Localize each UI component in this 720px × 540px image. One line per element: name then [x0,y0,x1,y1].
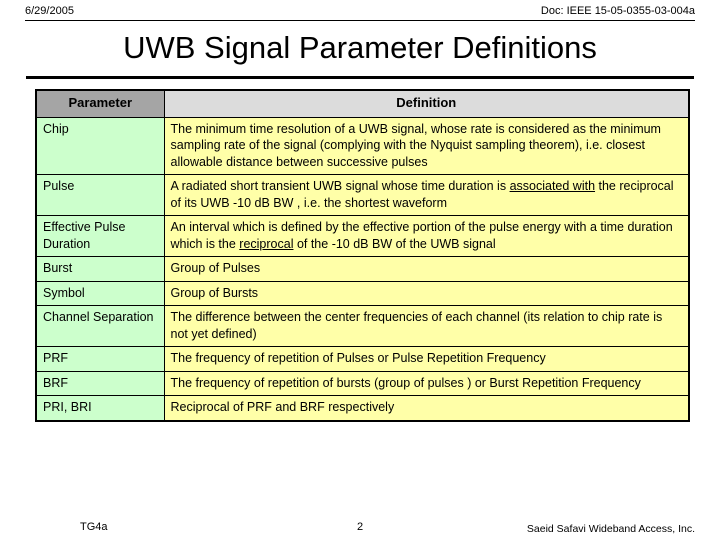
table-row: PRF The frequency of repetition of Pulse… [35,346,690,372]
cell-definition: Group of Pulses [163,256,690,282]
table-row: Burst Group of Pulses [35,256,690,282]
table-row: Effective Pulse Duration An interval whi… [35,215,690,257]
footer-author: Saeid Safavi Wideband Access, Inc. [526,523,695,535]
cell-definition: The frequency of repetition of Pulses or… [163,346,690,372]
table-row: BRF The frequency of repetition of burst… [35,370,690,396]
cell-parameter: Burst [35,256,165,282]
table-row: Channel Separation The difference betwee… [35,305,690,347]
definition-text-post: of the -10 dB BW of the UWB signal [293,236,496,251]
table-row: Chip The minimum time resolution of a UW… [35,116,690,175]
cell-definition: An interval which is defined by the effe… [163,215,690,257]
parameter-definitions-table: Parameter Definition Chip The minimum ti… [35,89,690,422]
slide-footer: 2 TG4a Saeid Safavi Wideband Access, Inc… [25,520,695,536]
footer-group-label: TG4a [80,521,108,533]
cell-definition: Group of Bursts [163,280,690,306]
title-divider [26,76,694,79]
header-date: 6/29/2005 [25,5,74,17]
table-row: Symbol Group of Bursts [35,280,690,306]
table-header-row: Parameter Definition [35,89,690,118]
table-body: Chip The minimum time resolution of a UW… [35,116,690,421]
definition-text-pre: A radiated short transient UWB signal wh… [170,179,510,193]
column-header-definition: Definition [163,89,690,118]
definition-text-underlined: associated with [509,179,596,193]
column-header-parameter: Parameter [35,89,165,118]
page-title: UWB Signal Parameter Definitions [123,30,597,65]
table-row: Pulse A radiated short transient UWB sig… [35,174,690,216]
cell-parameter: Channel Separation [35,305,165,347]
cell-definition: A radiated short transient UWB signal wh… [163,174,690,216]
cell-parameter: Chip [35,116,165,175]
cell-definition: The frequency of repetition of bursts (g… [163,370,690,396]
cell-parameter: PRF [35,346,165,372]
cell-parameter: Pulse [35,174,165,216]
header-divider [25,20,695,21]
cell-parameter: PRI, BRI [35,395,165,421]
cell-parameter: BRF [35,370,165,396]
header-document-id: Doc: IEEE 15-05-0355-03-004a [540,5,695,17]
cell-parameter: Symbol [35,280,165,306]
table-row: PRI, BRI Reciprocal of PRF and BRF respe… [35,395,690,421]
cell-definition: Reciprocal of PRF and BRF respectively [163,395,690,421]
table-header: Parameter Definition [35,89,690,118]
cell-parameter: Effective Pulse Duration [35,215,165,257]
cell-definition: The minimum time resolution of a UWB sig… [163,116,690,175]
definition-text-underlined: reciprocal [239,236,294,251]
cell-definition: The difference between the center freque… [163,305,690,347]
